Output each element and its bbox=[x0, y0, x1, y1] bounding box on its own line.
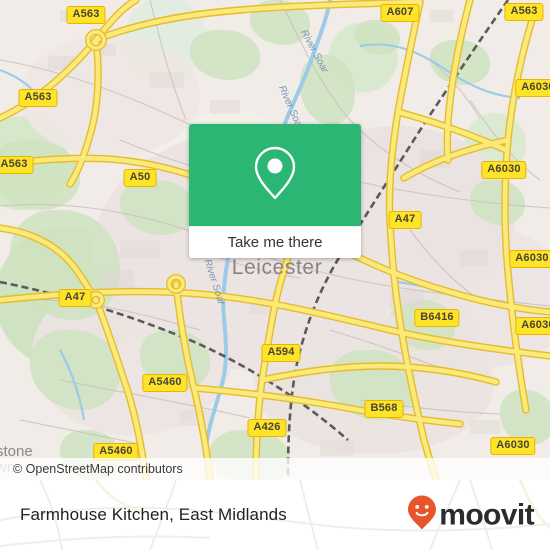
road-shield-a50: A50 bbox=[123, 169, 157, 187]
road-shield-b6416: B6416 bbox=[414, 309, 460, 327]
map-pin-icon bbox=[251, 144, 299, 207]
road-shield-a426: A426 bbox=[247, 419, 287, 437]
road-shield-a563: A563 bbox=[18, 89, 58, 107]
moovit-smiley-pin-icon bbox=[407, 495, 437, 536]
road-shield-a6030: A6030 bbox=[515, 317, 550, 335]
road-shield-a563: A563 bbox=[0, 156, 34, 174]
attribution-text: © OpenStreetMap contributors bbox=[13, 462, 183, 476]
road-shield-a6030: A6030 bbox=[509, 250, 550, 268]
screenshot-root: River Soar River Soar River Soar Leicest… bbox=[0, 0, 550, 550]
destination-card[interactable]: Take me there bbox=[189, 124, 361, 258]
footer-bar: Farmhouse Kitchen, East Midlands moovit bbox=[0, 480, 550, 550]
place-title: Farmhouse Kitchen, East Midlands bbox=[20, 505, 287, 524]
take-me-there-button[interactable]: Take me there bbox=[189, 226, 361, 258]
road-shield-a6030: A6030 bbox=[490, 437, 536, 455]
map-attribution: © OpenStreetMap contributors bbox=[0, 458, 550, 480]
road-shield-a6030: A6030 bbox=[515, 79, 550, 97]
moovit-wordmark: moovit bbox=[439, 498, 534, 531]
card-pin-area bbox=[189, 124, 361, 226]
moovit-logo[interactable]: moovit bbox=[407, 495, 535, 536]
road-shield-a47: A47 bbox=[58, 289, 92, 307]
city-label-leicester: Leicester bbox=[231, 256, 323, 279]
road-shield-a607: A607 bbox=[380, 4, 420, 22]
road-shield-a563: A563 bbox=[66, 6, 106, 24]
take-me-there-label: Take me there bbox=[227, 234, 323, 251]
road-shield-a5460: A5460 bbox=[142, 374, 188, 392]
road-shield-a594: A594 bbox=[261, 344, 301, 362]
road-shield-a6030: A6030 bbox=[481, 161, 527, 179]
road-shield-b568: B568 bbox=[364, 400, 404, 418]
road-shield-a47: A47 bbox=[388, 211, 422, 229]
road-shield-a563: A563 bbox=[504, 3, 544, 21]
